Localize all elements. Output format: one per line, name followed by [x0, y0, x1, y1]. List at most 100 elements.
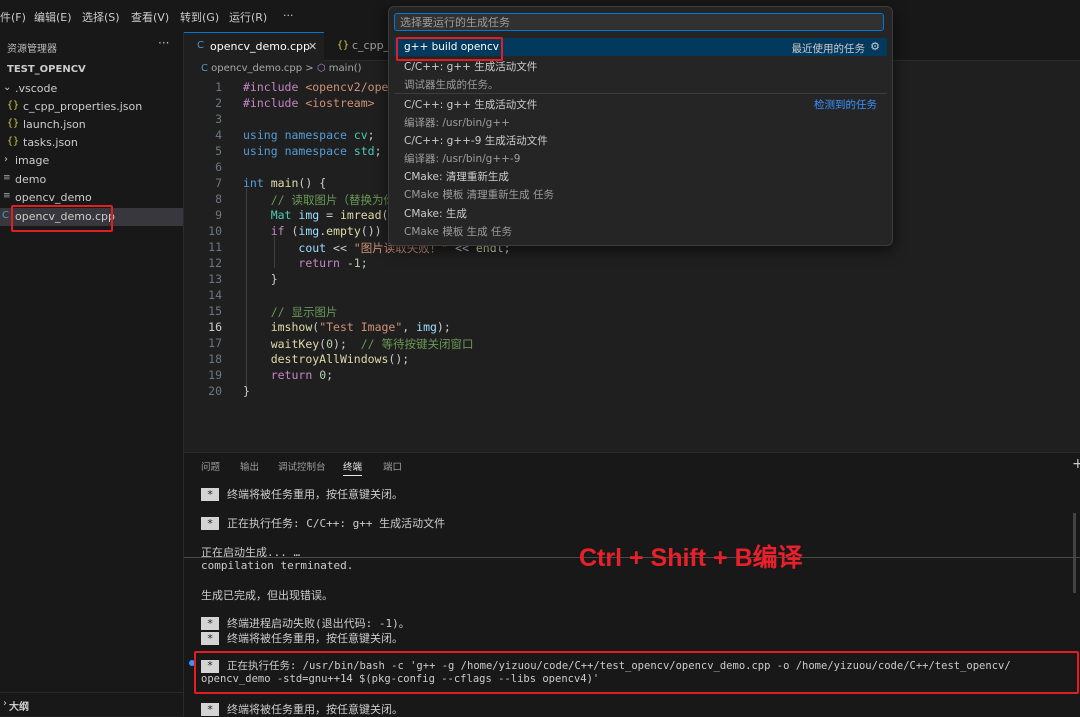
quick-pick-item[interactable]: CMake: 清理重新生成 — [394, 166, 887, 184]
cube-icon: ⬡ — [316, 63, 326, 74]
tab-c-cpp-properties[interactable]: {} c_cpp_ — [325, 32, 395, 60]
json-icon: {} — [7, 136, 20, 147]
line-number: 9 — [215, 208, 222, 222]
code-line-20: } — [243, 384, 250, 398]
terminal-scrollbar[interactable] — [1073, 513, 1076, 593]
terminal-star: * — [201, 703, 219, 716]
quick-pick-label: C/C++: g++ 生成活动文件 — [404, 61, 538, 73]
cpp-icon: C — [197, 40, 204, 51]
code-line-17: waitKey(0); // 等待按键关闭窗口 — [270, 337, 474, 351]
quick-pick-item: CMake 模板 清理重新生成 任务 — [394, 184, 887, 202]
line-number: 18 — [208, 352, 222, 366]
quick-pick-tag: 最近使用的任务 — [791, 43, 866, 55]
json-icon: {} — [7, 118, 20, 129]
gear-icon[interactable]: ⚙ — [870, 40, 880, 53]
shortcut-annotation: Ctrl + Shift + B编译 — [579, 544, 803, 572]
explorer-title: 资源管理器 — [7, 44, 57, 55]
chevron-right-icon: › — [3, 698, 7, 709]
tree-item-label: tasks.json — [23, 136, 78, 149]
tree-item-label: .vscode — [15, 82, 58, 95]
tab-opencv-demo-cpp[interactable]: C opencv_demo.cpp ✕ — [184, 32, 324, 61]
tab-output[interactable]: 输出 — [240, 459, 259, 473]
code-line-15: // 显示图片 — [270, 305, 338, 319]
quick-pick-description: 编译器: /usr/bin/g++ — [404, 117, 510, 129]
line-number: 3 — [215, 112, 222, 126]
line-number: 8 — [215, 192, 222, 206]
menu-edit[interactable]: 编辑(E) — [34, 9, 72, 25]
line-number: 15 — [208, 304, 222, 318]
chevron-right-icon: › — [4, 154, 8, 165]
tab-debug-console[interactable]: 调试控制台 — [278, 459, 326, 473]
quick-pick-item: CMake 模板 生成 任务 — [394, 221, 887, 239]
terminal-line: * 终端将被任务重用，按任意键关闭。 — [201, 701, 403, 717]
quick-pick-label: C/C++: g++-9 生成活动文件 — [404, 135, 548, 147]
menu-view[interactable]: 查看(V) — [131, 9, 169, 25]
menu-selection[interactable]: 选择(S) — [82, 9, 120, 25]
add-terminal-button[interactable]: + — [1072, 456, 1080, 472]
line-number: 20 — [208, 384, 222, 398]
file-icon: ≡ — [3, 191, 11, 201]
line-number: 6 — [215, 160, 222, 174]
tab-problems[interactable]: 问题 — [201, 459, 220, 473]
quick-pick-label: CMake: 生成 — [404, 208, 467, 220]
menu-more[interactable]: ··· — [283, 9, 294, 22]
quick-pick-item[interactable]: C/C++: g++ 生成活动文件 检测到的任务 — [394, 94, 887, 112]
close-icon[interactable]: ✕ — [308, 40, 317, 53]
quick-pick-description: CMake 模板 清理重新生成 任务 — [404, 189, 555, 201]
quick-pick-item[interactable]: CMake: 生成 — [394, 203, 887, 221]
line-number: 7 — [215, 176, 222, 190]
terminal-line: compilation terminated. — [201, 559, 354, 572]
tree-item-label: c_cpp_properties.json — [23, 100, 143, 113]
code-line-5: using namespace std; — [243, 144, 382, 158]
line-number: 17 — [208, 336, 222, 350]
quick-pick-item: 调试器生成的任务。 — [394, 74, 887, 92]
tab-label: opencv_demo.cpp — [210, 40, 311, 53]
tree-item-demo[interactable]: ≡ demo — [0, 171, 183, 189]
tree-item-vscode[interactable]: ⌄ .vscode — [0, 80, 183, 98]
terminal-line: * 正在执行任务: C/C++: g++ 生成活动文件 — [201, 515, 445, 531]
tree-item-c-cpp-properties[interactable]: {} c_cpp_properties.json — [0, 98, 183, 116]
tree-item-tasks-json[interactable]: {} tasks.json — [0, 134, 183, 152]
line-number: 14 — [208, 288, 222, 302]
code-line-12: return -1; — [298, 256, 368, 270]
workspace-root-label: TEST_OPENCV — [7, 64, 86, 75]
chevron-down-icon: ⌄ — [3, 82, 12, 93]
tree-item-label: image — [15, 154, 50, 167]
line-number: 13 — [208, 272, 222, 286]
tab-label: c_cpp_ — [352, 39, 390, 52]
menu-file[interactable]: 件(F) — [0, 9, 26, 25]
breadcrumb: C opencv_demo.cpp > ⬡ main() — [201, 63, 362, 74]
code-line-16: imshow("Test Image", img); — [270, 320, 451, 334]
quick-pick-label: C/C++: g++ 生成活动文件 — [404, 99, 538, 111]
menu-run[interactable]: 运行(R) — [229, 9, 267, 25]
terminal-star: * — [201, 517, 219, 530]
terminal-line: 生成已完成，但出现错误。 — [201, 589, 333, 602]
terminal-star: * — [201, 488, 219, 501]
file-icon: ≡ — [3, 173, 11, 183]
highlight-box-file — [11, 205, 113, 232]
menu-go[interactable]: 转到(G) — [180, 9, 219, 25]
outline-label: 大纲 — [9, 702, 29, 713]
outline-section[interactable]: › 大纲 — [0, 692, 183, 717]
code-line-13: } — [243, 272, 278, 286]
breadcrumb-symbol[interactable]: main() — [329, 63, 362, 74]
workspace-root[interactable]: TEST_OPENCV — [0, 62, 183, 80]
tree-item-launch-json[interactable]: {} launch.json — [0, 116, 183, 134]
tab-ports[interactable]: 端口 — [383, 459, 402, 473]
tab-terminal[interactable]: 终端 — [343, 459, 363, 476]
line-number: 2 — [215, 96, 222, 110]
cpp-icon: C — [2, 210, 9, 221]
explorer-more-button[interactable]: ··· — [158, 36, 169, 50]
highlight-box-task — [396, 37, 503, 61]
line-number: 10 — [208, 224, 222, 238]
terminal-star: * — [201, 632, 219, 645]
quick-pick-description: 调试器生成的任务。 — [404, 79, 499, 91]
breadcrumb-file[interactable]: opencv_demo.cpp — [211, 63, 302, 74]
json-icon: {} — [337, 40, 350, 51]
tree-item-image[interactable]: › image — [0, 152, 183, 170]
line-number: 19 — [208, 368, 222, 382]
task-search-input[interactable]: 选择要运行的生成任务 — [394, 13, 884, 31]
quick-pick-item[interactable]: C/C++: g++-9 生成活动文件 — [394, 130, 887, 148]
code-line-4: using namespace cv; — [243, 128, 375, 142]
line-number: 1 — [215, 80, 222, 94]
